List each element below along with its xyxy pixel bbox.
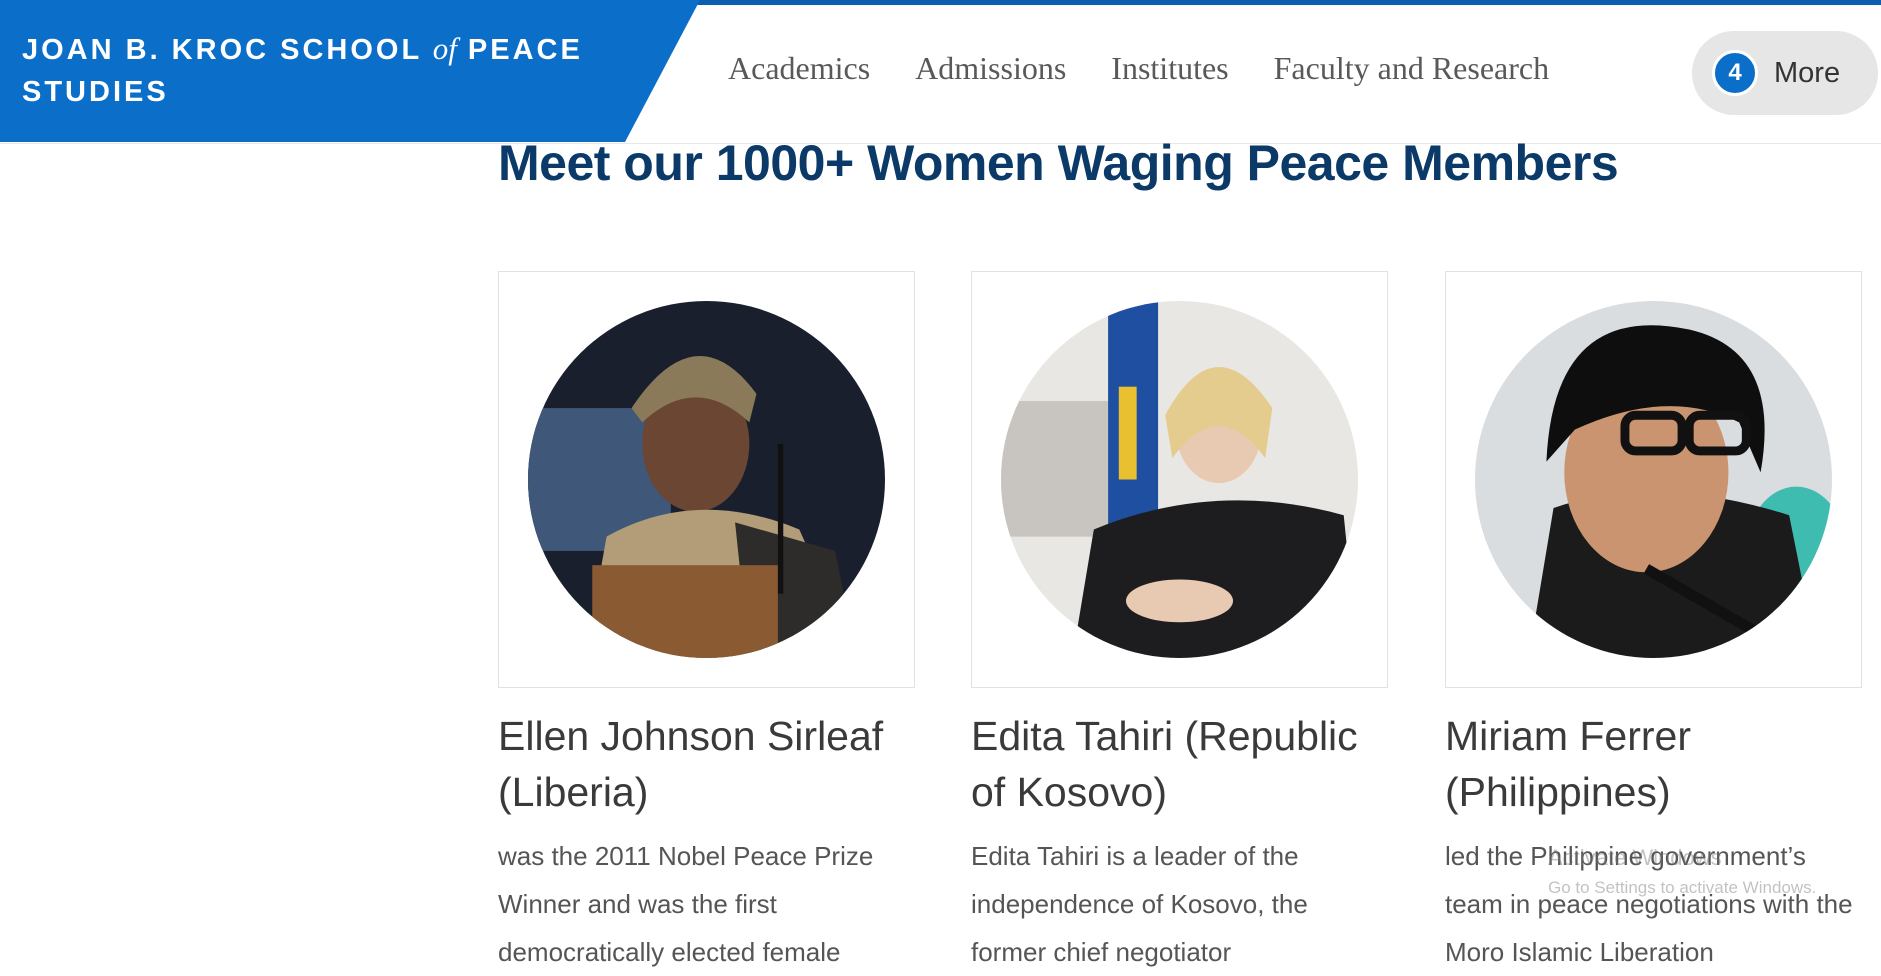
logo-line-1a: JOAN B. KROC SCHOOL <box>22 34 422 66</box>
watermark-subtitle: Go to Settings to activate Windows. <box>1548 878 1817 897</box>
member-photo-frame[interactable] <box>498 271 915 688</box>
member-photo-frame[interactable] <box>971 271 1388 688</box>
nav-item-admissions[interactable]: Admissions <box>915 50 1066 87</box>
member-photo[interactable] <box>1001 301 1358 658</box>
member-photo-frame[interactable] <box>1445 271 1862 688</box>
logo-of: of <box>432 31 457 66</box>
more-label: More <box>1774 56 1841 89</box>
member-card: Ellen Johnson Sirleaf (Liberia) was the … <box>498 271 915 976</box>
logo-line-2: STUDIES <box>22 76 169 108</box>
member-bio: Edita Tahiri is a leader of the independ… <box>971 841 1308 967</box>
more-menu-button[interactable]: 4 More <box>1692 31 1878 115</box>
nav-item-academics[interactable]: Academics <box>728 50 870 87</box>
main-navigation: Academics Admissions Institutes Faculty … <box>728 50 1549 87</box>
member-bio: was the 2011 Nobel Peace Prize Winner an… <box>498 841 874 967</box>
windows-activation-watermark: Activate Windows Go to Settings to activ… <box>1548 843 1816 903</box>
member-name[interactable]: Miriam Ferrer (Philippines) <box>1445 708 1862 820</box>
member-name[interactable]: Edita Tahiri (Republic of Kosovo) <box>971 708 1388 820</box>
more-count-badge: 4 <box>1712 50 1758 96</box>
watermark-title: Activate Windows <box>1548 845 1722 870</box>
page-title: Meet our 1000+ Women Waging Peace Member… <box>498 135 1619 191</box>
member-name[interactable]: Ellen Johnson Sirleaf (Liberia) <box>498 708 915 820</box>
nav-item-institutes[interactable]: Institutes <box>1111 50 1228 87</box>
site-logo-text[interactable]: JOAN B. KROC SCHOOL of PEACE STUDIES <box>22 28 583 113</box>
logo-line-1b: PEACE <box>467 34 583 66</box>
member-photo[interactable] <box>1475 301 1832 658</box>
member-card: Edita Tahiri (Republic of Kosovo) Edita … <box>971 271 1388 976</box>
site-logo-banner[interactable]: JOAN B. KROC SCHOOL of PEACE STUDIES <box>0 0 700 142</box>
member-photo[interactable] <box>528 301 885 658</box>
nav-item-faculty-research[interactable]: Faculty and Research <box>1274 50 1549 87</box>
